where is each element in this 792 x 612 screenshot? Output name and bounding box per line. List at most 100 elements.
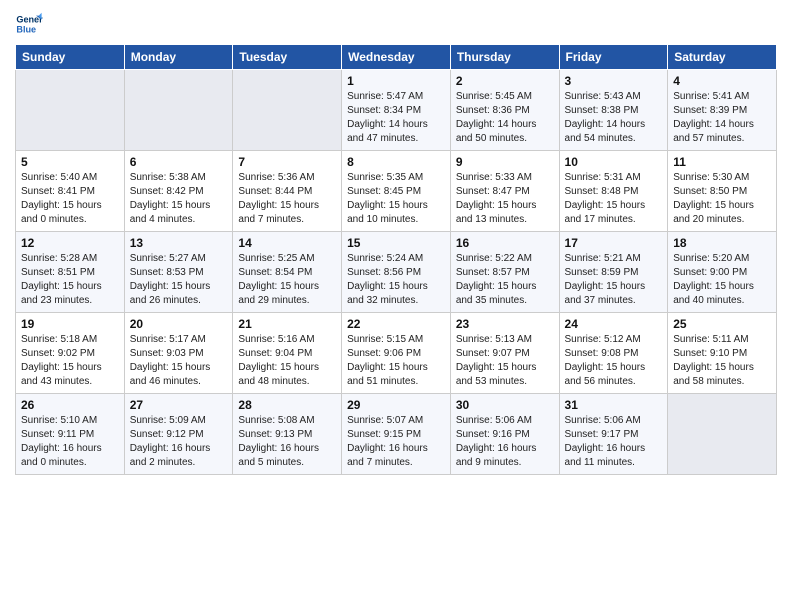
day-cell: 1 Sunrise: 5:47 AM Sunset: 8:34 PM Daylig… — [342, 70, 451, 151]
day-number: 24 — [565, 317, 663, 331]
day-cell: 16 Sunrise: 5:22 AM Sunset: 8:57 PM Dayli… — [450, 232, 559, 313]
day-number: 23 — [456, 317, 554, 331]
page-header: General Blue — [15, 10, 777, 38]
day-info: Sunrise: 5:43 AM Sunset: 8:38 PM Dayligh… — [565, 90, 663, 146]
day-number: 10 — [565, 155, 663, 169]
day-number: 7 — [238, 155, 336, 169]
week-row-2: 5 Sunrise: 5:40 AM Sunset: 8:41 PM Daylig… — [16, 151, 777, 232]
day-info: Sunrise: 5:38 AM Sunset: 8:42 PM Dayligh… — [130, 171, 228, 227]
day-cell: 22 Sunrise: 5:15 AM Sunset: 9:06 PM Dayli… — [342, 313, 451, 394]
day-cell: 18Sunrise: 5:20 AM Sunset: 9:00 PM Dayli… — [668, 232, 777, 313]
day-number: 8 — [347, 155, 445, 169]
day-number: 25 — [673, 317, 771, 331]
day-info: Sunrise: 5:11 AM Sunset: 9:10 PM Dayligh… — [673, 333, 771, 389]
day-info: Sunrise: 5:16 AM Sunset: 9:04 PM Dayligh… — [238, 333, 336, 389]
day-cell: 11 Sunrise: 5:30 AM Sunset: 8:50 PM Dayli… — [668, 151, 777, 232]
col-header-friday: Friday — [559, 45, 668, 70]
col-header-saturday: Saturday — [668, 45, 777, 70]
day-cell: 14Sunrise: 5:25 AM Sunset: 8:54 PM Dayli… — [233, 232, 342, 313]
day-info: Sunrise: 5:41 AM Sunset: 8:39 PM Dayligh… — [673, 90, 771, 146]
day-number: 4 — [673, 74, 771, 88]
day-cell: 10 Sunrise: 5:31 AM Sunset: 8:48 PM Dayli… — [559, 151, 668, 232]
col-header-thursday: Thursday — [450, 45, 559, 70]
day-number: 13 — [130, 236, 228, 250]
day-info: Sunrise: 5:30 AM Sunset: 8:50 PM Dayligh… — [673, 171, 771, 227]
calendar-body: 1 Sunrise: 5:47 AM Sunset: 8:34 PM Daylig… — [16, 70, 777, 475]
day-info: Sunrise: 5:27 AM Sunset: 8:53 PM Dayligh… — [130, 252, 228, 308]
day-number: 11 — [673, 155, 771, 169]
day-info: Sunrise: 5:06 AM Sunset: 9:17 PM Dayligh… — [565, 414, 663, 470]
day-cell: 12 Sunrise: 5:28 AM Sunset: 8:51 PM Dayli… — [16, 232, 125, 313]
day-cell: 2 Sunrise: 5:45 AM Sunset: 8:36 PM Daylig… — [450, 70, 559, 151]
day-number: 15 — [347, 236, 445, 250]
day-cell: 30 Sunrise: 5:06 AM Sunset: 9:16 PM Dayli… — [450, 394, 559, 475]
day-cell: 15 Sunrise: 5:24 AM Sunset: 8:56 PM Dayli… — [342, 232, 451, 313]
day-info: Sunrise: 5:28 AM Sunset: 8:51 PM Dayligh… — [21, 252, 119, 308]
day-number: 2 — [456, 74, 554, 88]
calendar-header-row: SundayMondayTuesdayWednesdayThursdayFrid… — [16, 45, 777, 70]
week-row-1: 1 Sunrise: 5:47 AM Sunset: 8:34 PM Daylig… — [16, 70, 777, 151]
day-info: Sunrise: 5:33 AM Sunset: 8:47 PM Dayligh… — [456, 171, 554, 227]
col-header-monday: Monday — [124, 45, 233, 70]
day-number: 5 — [21, 155, 119, 169]
day-cell: 28Sunrise: 5:08 AM Sunset: 9:13 PM Dayli… — [233, 394, 342, 475]
day-info: Sunrise: 5:06 AM Sunset: 9:16 PM Dayligh… — [456, 414, 554, 470]
day-number: 6 — [130, 155, 228, 169]
col-header-tuesday: Tuesday — [233, 45, 342, 70]
day-number: 31 — [565, 398, 663, 412]
day-number: 1 — [347, 74, 445, 88]
day-cell: 13 Sunrise: 5:27 AM Sunset: 8:53 PM Dayli… — [124, 232, 233, 313]
day-info: Sunrise: 5:47 AM Sunset: 8:34 PM Dayligh… — [347, 90, 445, 146]
day-number: 14 — [238, 236, 336, 250]
day-cell: 3 Sunrise: 5:43 AM Sunset: 8:38 PM Daylig… — [559, 70, 668, 151]
day-number: 21 — [238, 317, 336, 331]
day-cell: 26Sunrise: 5:10 AM Sunset: 9:11 PM Dayli… — [16, 394, 125, 475]
logo: General Blue — [15, 10, 43, 38]
day-cell: 27 Sunrise: 5:09 AM Sunset: 9:12 PM Dayli… — [124, 394, 233, 475]
day-number: 16 — [456, 236, 554, 250]
day-number: 3 — [565, 74, 663, 88]
day-info: Sunrise: 5:18 AM Sunset: 9:02 PM Dayligh… — [21, 333, 119, 389]
day-cell — [668, 394, 777, 475]
day-info: Sunrise: 5:40 AM Sunset: 8:41 PM Dayligh… — [21, 171, 119, 227]
day-info: Sunrise: 5:21 AM Sunset: 8:59 PM Dayligh… — [565, 252, 663, 308]
day-number: 27 — [130, 398, 228, 412]
day-number: 22 — [347, 317, 445, 331]
day-cell — [124, 70, 233, 151]
day-cell — [16, 70, 125, 151]
day-number: 9 — [456, 155, 554, 169]
day-info: Sunrise: 5:24 AM Sunset: 8:56 PM Dayligh… — [347, 252, 445, 308]
day-info: Sunrise: 5:12 AM Sunset: 9:08 PM Dayligh… — [565, 333, 663, 389]
day-number: 30 — [456, 398, 554, 412]
day-cell: 17 Sunrise: 5:21 AM Sunset: 8:59 PM Dayli… — [559, 232, 668, 313]
day-info: Sunrise: 5:10 AM Sunset: 9:11 PM Dayligh… — [21, 414, 119, 470]
day-info: Sunrise: 5:15 AM Sunset: 9:06 PM Dayligh… — [347, 333, 445, 389]
day-cell: 8Sunrise: 5:35 AM Sunset: 8:45 PM Daylig… — [342, 151, 451, 232]
col-header-wednesday: Wednesday — [342, 45, 451, 70]
day-info: Sunrise: 5:09 AM Sunset: 9:12 PM Dayligh… — [130, 414, 228, 470]
day-cell: 21 Sunrise: 5:16 AM Sunset: 9:04 PM Dayli… — [233, 313, 342, 394]
day-info: Sunrise: 5:22 AM Sunset: 8:57 PM Dayligh… — [456, 252, 554, 308]
day-info: Sunrise: 5:08 AM Sunset: 9:13 PM Dayligh… — [238, 414, 336, 470]
logo-icon: General Blue — [15, 10, 43, 38]
day-cell: 25 Sunrise: 5:11 AM Sunset: 9:10 PM Dayli… — [668, 313, 777, 394]
day-info: Sunrise: 5:45 AM Sunset: 8:36 PM Dayligh… — [456, 90, 554, 146]
day-cell: 23Sunrise: 5:13 AM Sunset: 9:07 PM Dayli… — [450, 313, 559, 394]
day-cell: 20 Sunrise: 5:17 AM Sunset: 9:03 PM Dayli… — [124, 313, 233, 394]
day-info: Sunrise: 5:17 AM Sunset: 9:03 PM Dayligh… — [130, 333, 228, 389]
day-cell: 4 Sunrise: 5:41 AM Sunset: 8:39 PM Daylig… — [668, 70, 777, 151]
calendar-table: SundayMondayTuesdayWednesdayThursdayFrid… — [15, 44, 777, 475]
col-header-sunday: Sunday — [16, 45, 125, 70]
day-number: 19 — [21, 317, 119, 331]
day-number: 12 — [21, 236, 119, 250]
day-number: 17 — [565, 236, 663, 250]
day-cell: 29Sunrise: 5:07 AM Sunset: 9:15 PM Dayli… — [342, 394, 451, 475]
day-info: Sunrise: 5:36 AM Sunset: 8:44 PM Dayligh… — [238, 171, 336, 227]
day-cell: 9 Sunrise: 5:33 AM Sunset: 8:47 PM Daylig… — [450, 151, 559, 232]
day-cell: 19 Sunrise: 5:18 AM Sunset: 9:02 PM Dayli… — [16, 313, 125, 394]
week-row-5: 26Sunrise: 5:10 AM Sunset: 9:11 PM Dayli… — [16, 394, 777, 475]
day-number: 20 — [130, 317, 228, 331]
day-info: Sunrise: 5:31 AM Sunset: 8:48 PM Dayligh… — [565, 171, 663, 227]
day-cell: 5 Sunrise: 5:40 AM Sunset: 8:41 PM Daylig… — [16, 151, 125, 232]
day-cell: 24 Sunrise: 5:12 AM Sunset: 9:08 PM Dayli… — [559, 313, 668, 394]
